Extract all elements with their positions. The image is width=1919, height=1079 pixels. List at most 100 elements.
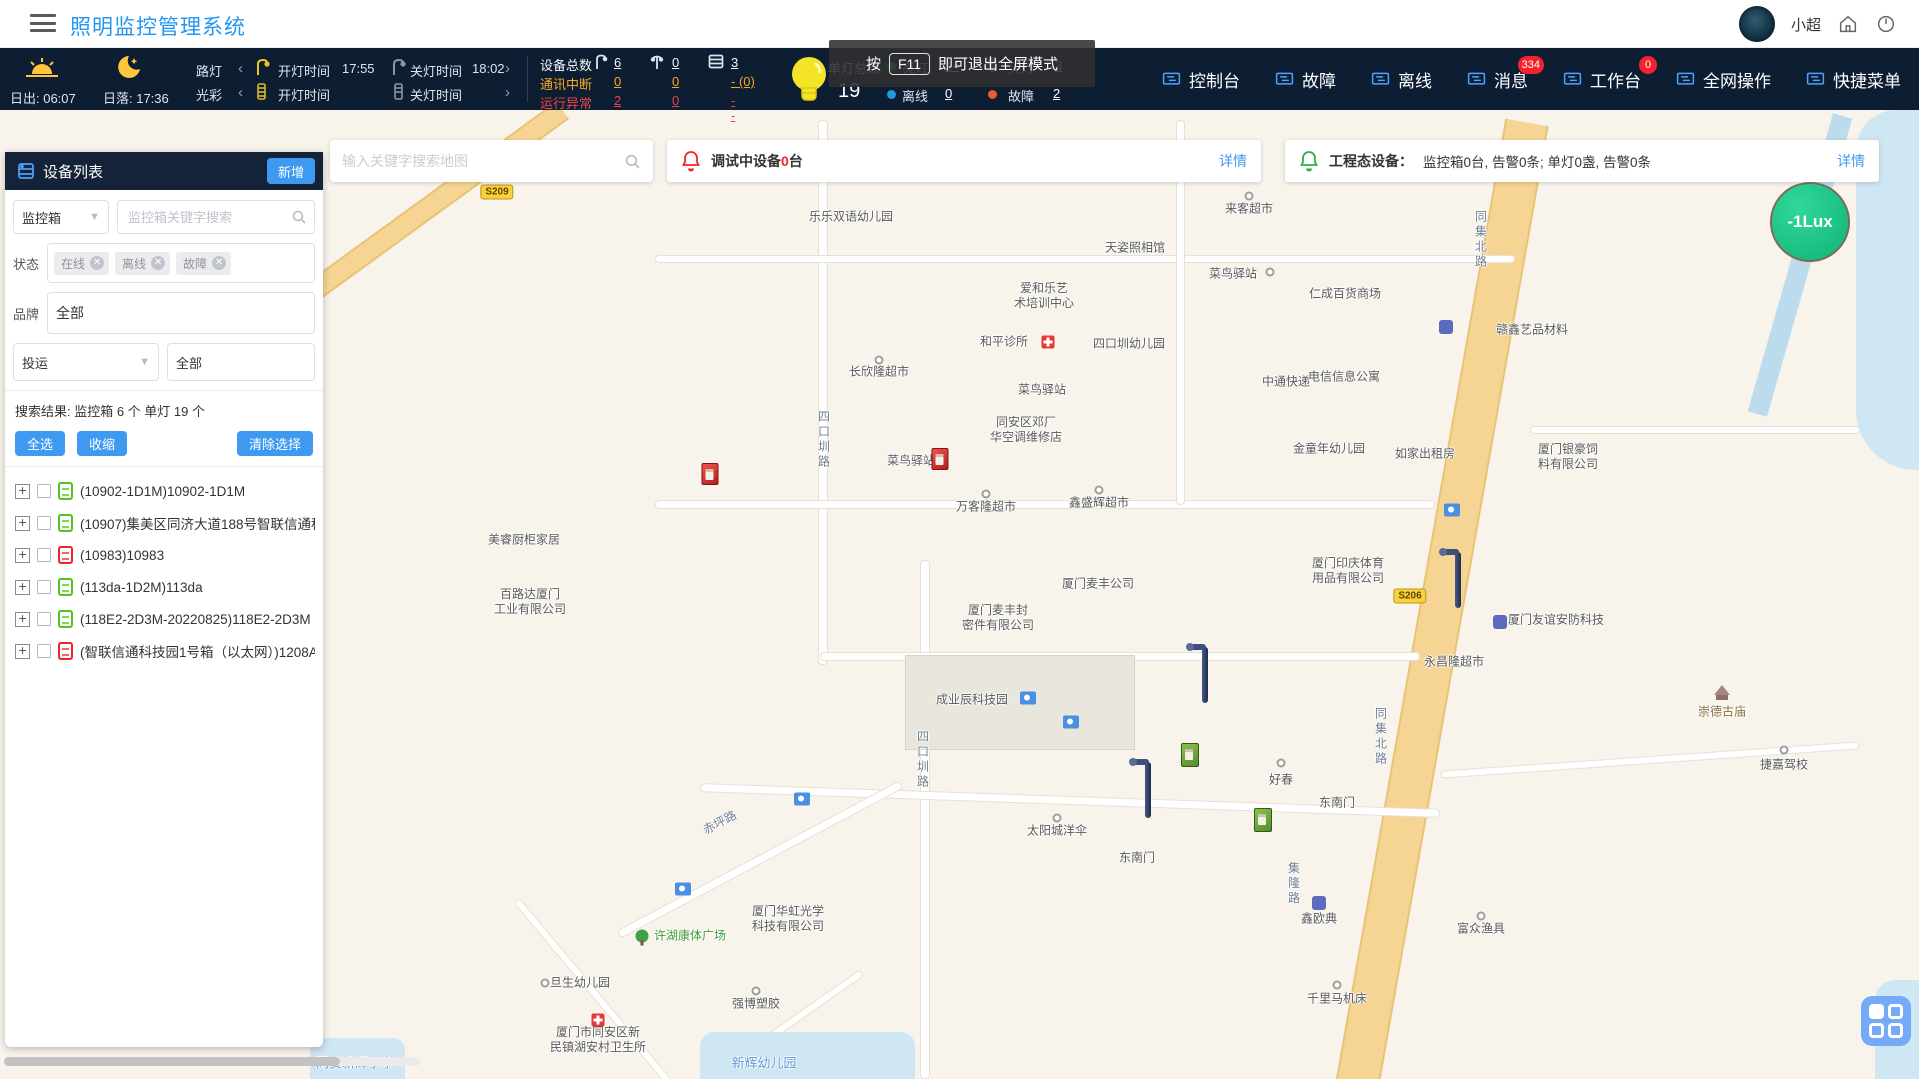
stat-value[interactable]: -- (731, 93, 735, 123)
map-marker[interactable] (1094, 485, 1104, 495)
map-marker[interactable] (1714, 685, 1730, 700)
device-checkbox[interactable] (37, 644, 51, 658)
nav-item[interactable]: 消息 334 (1466, 55, 1544, 92)
debug-detail-link[interactable]: 详情 (1219, 151, 1247, 171)
nav-item[interactable]: 控制台 (1161, 67, 1240, 92)
map-marker[interactable] (1254, 808, 1272, 832)
user-avatar[interactable] (1738, 6, 1775, 42)
map-marker[interactable] (794, 792, 810, 806)
map-marker[interactable] (1439, 320, 1453, 334)
map-marker[interactable] (1265, 267, 1275, 277)
menu-toggle-icon[interactable] (30, 14, 56, 34)
nav-item[interactable]: 全网操作 (1675, 67, 1771, 92)
map-marker[interactable] (874, 355, 884, 365)
map-marker[interactable] (1020, 691, 1036, 705)
status-tag[interactable]: 离线 ✕ (115, 251, 171, 275)
search-icon[interactable] (291, 209, 307, 225)
remove-tag-icon[interactable]: ✕ (151, 256, 166, 270)
power-icon[interactable] (1875, 13, 1897, 35)
map-marker[interactable] (1476, 911, 1486, 921)
remove-tag-icon[interactable]: ✕ (90, 256, 105, 270)
map-marker[interactable] (1276, 758, 1286, 768)
map-search-icon[interactable] (624, 153, 641, 170)
map-marker[interactable] (1041, 335, 1055, 349)
map-marker[interactable] (1052, 813, 1062, 823)
device-checkbox[interactable] (37, 612, 51, 626)
stat-value[interactable]: 0 (672, 74, 679, 89)
next-icon[interactable]: › (505, 84, 510, 101)
expand-icon[interactable] (15, 546, 30, 563)
map-marker[interactable] (931, 448, 949, 470)
map-marker[interactable] (1439, 548, 1461, 608)
brand-select[interactable]: 全部 (47, 292, 315, 334)
expand-icon[interactable] (15, 642, 30, 659)
device-checkbox[interactable] (37, 548, 51, 562)
remove-tag-icon[interactable]: ✕ (212, 256, 227, 270)
map-marker[interactable] (1332, 980, 1342, 990)
map-marker[interactable] (1129, 758, 1151, 818)
map-marker[interactable] (1312, 896, 1326, 910)
prev-icon[interactable]: ‹ (238, 60, 243, 77)
device-tree-row[interactable]: (10983)10983 (15, 539, 315, 571)
device-tree-row[interactable]: (118E2-2D3M-20220825)118E2-2D3M (15, 603, 315, 635)
scrollbar-thumb[interactable] (4, 1057, 340, 1066)
map-layers-button[interactable] (1861, 996, 1911, 1046)
stat-value[interactable]: 0 (614, 74, 621, 89)
lamp-fault-value[interactable]: 2 (1053, 86, 1060, 101)
home-icon[interactable] (1837, 13, 1859, 35)
nav-item[interactable]: 故障 (1274, 67, 1336, 92)
stat-value[interactable]: 6 (614, 55, 621, 70)
map-marker[interactable] (1181, 743, 1199, 767)
lux-sensor-badge[interactable]: -1Lux (1770, 182, 1850, 262)
stat-value[interactable]: 2 (614, 93, 621, 108)
map-marker[interactable] (540, 978, 550, 988)
map-marker[interactable] (675, 882, 691, 896)
stat-value[interactable]: 0 (672, 55, 679, 70)
device-checkbox[interactable] (37, 580, 51, 594)
next-icon[interactable]: › (505, 60, 510, 77)
status-tag[interactable]: 在线 ✕ (54, 251, 110, 275)
expand-icon[interactable] (15, 482, 30, 499)
device-checkbox[interactable] (37, 516, 51, 530)
stat-value[interactable]: 3 (731, 55, 738, 70)
user-name[interactable]: 小超 (1791, 14, 1821, 35)
device-tree-row[interactable]: (10907)集美区同济大道188号智联信通科技 (15, 507, 315, 539)
horizontal-scrollbar[interactable] (4, 1057, 420, 1066)
lamp-offline-value[interactable]: 0 (945, 86, 952, 101)
add-device-button[interactable]: 新增 (267, 158, 315, 184)
stat-value[interactable]: 0 (672, 93, 679, 108)
expand-icon[interactable] (15, 610, 30, 627)
operation-select[interactable]: 投运 ▼ (13, 343, 159, 381)
map-marker[interactable] (591, 1013, 605, 1027)
device-search-input[interactable] (117, 200, 315, 234)
map-marker[interactable] (1244, 191, 1254, 201)
stat-value[interactable]: - (0) (731, 74, 755, 89)
map-marker[interactable] (1444, 503, 1460, 517)
expand-icon[interactable] (15, 578, 30, 595)
map-marker[interactable] (1186, 643, 1208, 703)
nav-item[interactable]: 工作台 0 (1562, 55, 1657, 92)
select-all-button[interactable]: 全选 (15, 431, 66, 456)
map-search-input[interactable] (342, 153, 624, 169)
clear-selection-button[interactable]: 清除选择 (236, 431, 313, 456)
device-tree-row[interactable]: (智联信通科技园1号箱（以太网）)1208A8 (15, 635, 315, 667)
expand-icon[interactable] (15, 514, 30, 531)
prev-icon[interactable]: ‹ (238, 84, 243, 101)
device-checkbox[interactable] (37, 484, 51, 498)
device-type-select[interactable]: 监控箱 ▼ (13, 200, 109, 234)
device-tree-row[interactable]: (10902-1D1M)10902-1D1M (15, 475, 315, 507)
map-marker[interactable] (701, 463, 719, 485)
status-tag[interactable]: 故障 ✕ (176, 251, 232, 275)
nav-item[interactable]: 离线 (1370, 67, 1432, 92)
device-tree-row[interactable]: (113da-1D2M)113da (15, 571, 315, 603)
nav-item[interactable]: 快捷菜单 (1805, 67, 1901, 92)
map-marker[interactable] (1063, 715, 1079, 729)
engineering-detail-link[interactable]: 详情 (1837, 151, 1865, 171)
operation-scope-select[interactable]: 全部 (167, 343, 315, 381)
map-marker[interactable] (751, 986, 761, 996)
map-marker[interactable] (1779, 745, 1789, 755)
collapse-button[interactable]: 收缩 (77, 431, 128, 456)
map-marker[interactable] (635, 929, 649, 946)
map-marker[interactable] (981, 489, 991, 499)
map-marker[interactable] (1493, 615, 1507, 629)
